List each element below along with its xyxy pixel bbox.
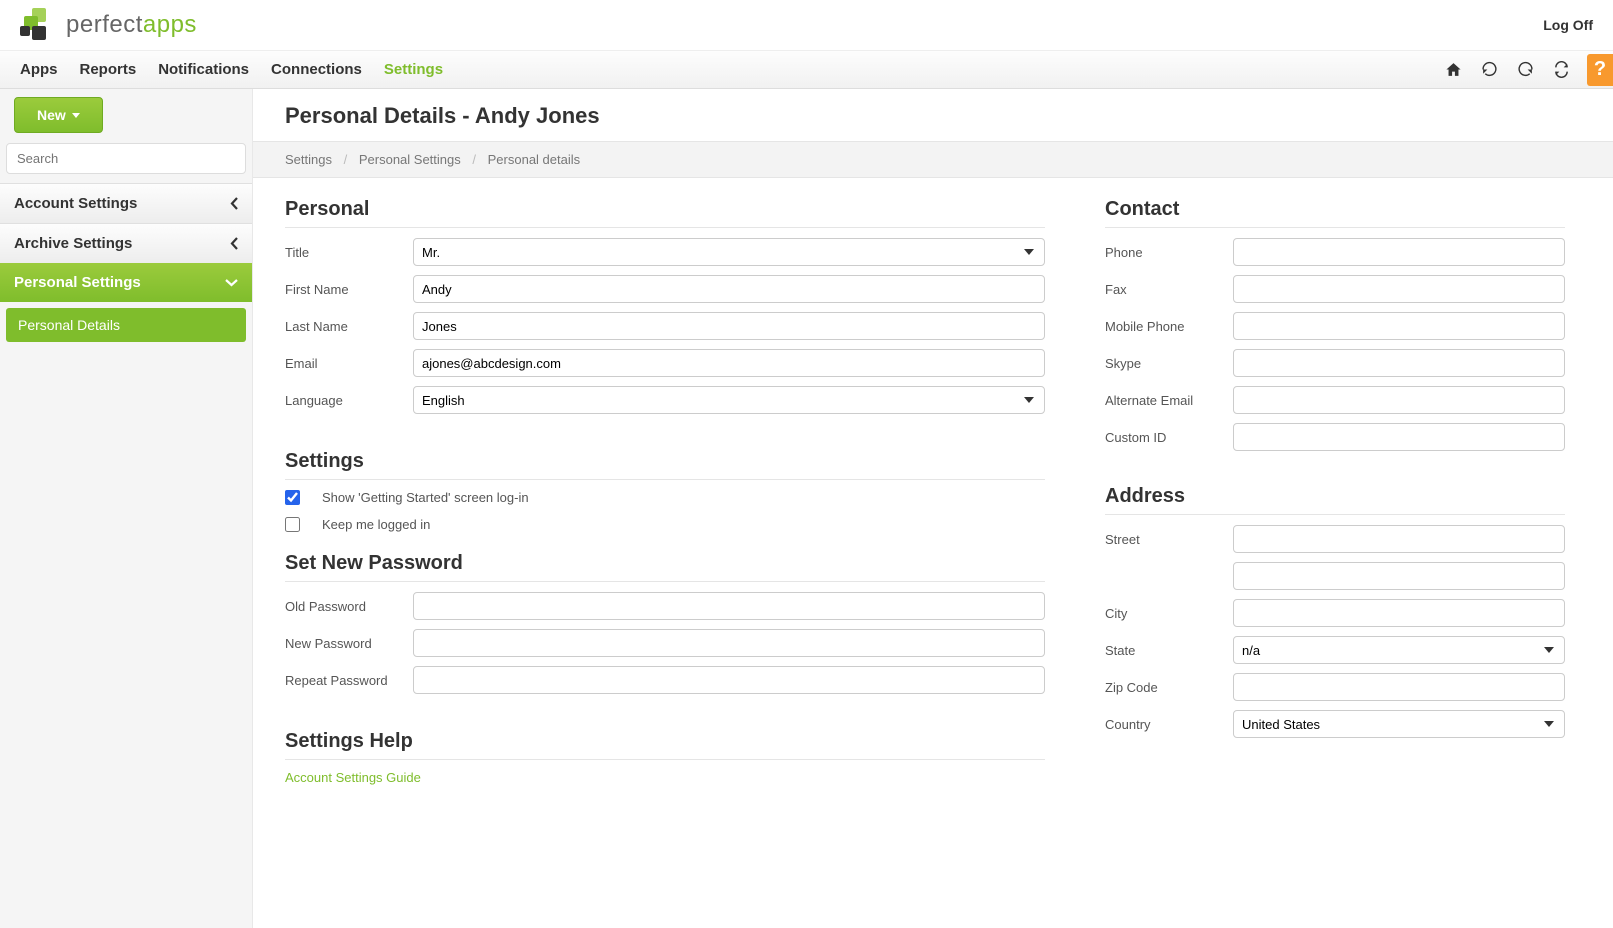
page-title: Personal Details - Andy Jones [253, 89, 1613, 141]
navbar: Apps Reports Notifications Connections S… [0, 51, 1613, 89]
skype-input[interactable] [1233, 349, 1565, 377]
zip-label: Zip Code [1105, 680, 1233, 695]
logo-text: perfectapps [66, 11, 197, 39]
state-select[interactable]: n/a [1233, 636, 1565, 664]
header: perfectapps Log Off [0, 0, 1613, 51]
city-input[interactable] [1233, 599, 1565, 627]
new-button[interactable]: New [14, 97, 103, 133]
breadcrumb-personal-settings[interactable]: Personal Settings [359, 152, 461, 167]
custom-id-input[interactable] [1233, 423, 1565, 451]
fax-input[interactable] [1233, 275, 1565, 303]
section-help-heading: Settings Help [285, 730, 1045, 760]
getting-started-label: Show 'Getting Started' screen log-in [322, 490, 529, 505]
old-password-label: Old Password [285, 599, 413, 614]
sidebar-item-personal-settings[interactable]: Personal Settings [0, 263, 252, 302]
logoff-link[interactable]: Log Off [1543, 17, 1593, 33]
refresh-ccw-icon[interactable] [1479, 60, 1499, 80]
phone-label: Phone [1105, 245, 1233, 260]
alt-email-input[interactable] [1233, 386, 1565, 414]
street-input-1[interactable] [1233, 525, 1565, 553]
street-input-2[interactable] [1233, 562, 1565, 590]
email-input[interactable] [413, 349, 1045, 377]
city-label: City [1105, 606, 1233, 621]
sidebar-item-label: Personal Settings [14, 274, 141, 291]
home-icon[interactable] [1443, 60, 1463, 80]
section-password-heading: Set New Password [285, 552, 1045, 582]
alt-email-label: Alternate Email [1105, 393, 1233, 408]
old-password-input[interactable] [413, 592, 1045, 620]
section-personal-heading: Personal [285, 198, 1045, 228]
firstname-input[interactable] [413, 275, 1045, 303]
account-settings-guide-link[interactable]: Account Settings Guide [285, 770, 1045, 785]
section-address-heading: Address [1105, 485, 1565, 515]
breadcrumb: Settings / Personal Settings / Personal … [253, 141, 1613, 178]
nav-reports[interactable]: Reports [80, 61, 137, 78]
title-select[interactable]: Mr. [413, 238, 1045, 266]
nav-notifications[interactable]: Notifications [158, 61, 249, 78]
chevron-down-icon [225, 279, 238, 287]
phone-input[interactable] [1233, 238, 1565, 266]
sidebar-item-account-settings[interactable]: Account Settings [0, 183, 252, 224]
logo-word-apps: apps [143, 11, 197, 38]
skype-label: Skype [1105, 356, 1233, 371]
country-label: Country [1105, 717, 1233, 732]
logo[interactable]: perfectapps [20, 8, 197, 42]
title-label: Title [285, 245, 413, 260]
repeat-password-label: Repeat Password [285, 673, 413, 688]
repeat-password-input[interactable] [413, 666, 1045, 694]
email-label: Email [285, 356, 413, 371]
lastname-input[interactable] [413, 312, 1045, 340]
sidebar-subitem-personal-details[interactable]: Personal Details [6, 308, 246, 342]
lastname-label: Last Name [285, 319, 413, 334]
zip-input[interactable] [1233, 673, 1565, 701]
logo-word-perfect: perfect [66, 11, 143, 38]
sidebar-item-archive-settings[interactable]: Archive Settings [0, 223, 252, 264]
mobile-label: Mobile Phone [1105, 319, 1233, 334]
logo-icon [20, 8, 54, 42]
country-select[interactable]: United States [1233, 710, 1565, 738]
sidebar-item-label: Archive Settings [14, 235, 132, 252]
nav-apps[interactable]: Apps [20, 61, 58, 78]
chevron-left-icon [230, 197, 238, 210]
sidebar-search [6, 143, 246, 174]
chevron-left-icon [230, 237, 238, 250]
new-password-input[interactable] [413, 629, 1045, 657]
keep-logged-label: Keep me logged in [322, 517, 430, 532]
refresh-cw-icon[interactable] [1515, 60, 1535, 80]
state-label: State [1105, 643, 1233, 658]
sync-icon[interactable] [1551, 60, 1571, 80]
sidebar-item-label: Account Settings [14, 195, 137, 212]
firstname-label: First Name [285, 282, 413, 297]
search-input[interactable] [6, 143, 246, 174]
keep-logged-checkbox[interactable] [285, 517, 300, 532]
nav-connections[interactable]: Connections [271, 61, 362, 78]
section-settings-heading: Settings [285, 450, 1045, 480]
nav-settings[interactable]: Settings [384, 61, 443, 78]
language-label: Language [285, 393, 413, 408]
main: Personal Details - Andy Jones Settings /… [253, 89, 1613, 928]
street-label: Street [1105, 532, 1233, 547]
getting-started-checkbox[interactable] [285, 490, 300, 505]
custom-id-label: Custom ID [1105, 430, 1233, 445]
breadcrumb-sep: / [344, 152, 348, 167]
sidebar: New Account Settings Archive Settings Pe… [0, 89, 253, 928]
breadcrumb-personal-details: Personal details [488, 152, 581, 167]
breadcrumb-sep: / [472, 152, 476, 167]
help-button[interactable]: ? [1587, 54, 1613, 86]
fax-label: Fax [1105, 282, 1233, 297]
section-contact-heading: Contact [1105, 198, 1565, 228]
caret-down-icon [72, 113, 80, 118]
mobile-input[interactable] [1233, 312, 1565, 340]
new-password-label: New Password [285, 636, 413, 651]
breadcrumb-settings[interactable]: Settings [285, 152, 332, 167]
new-button-label: New [37, 107, 66, 123]
language-select[interactable]: English [413, 386, 1045, 414]
